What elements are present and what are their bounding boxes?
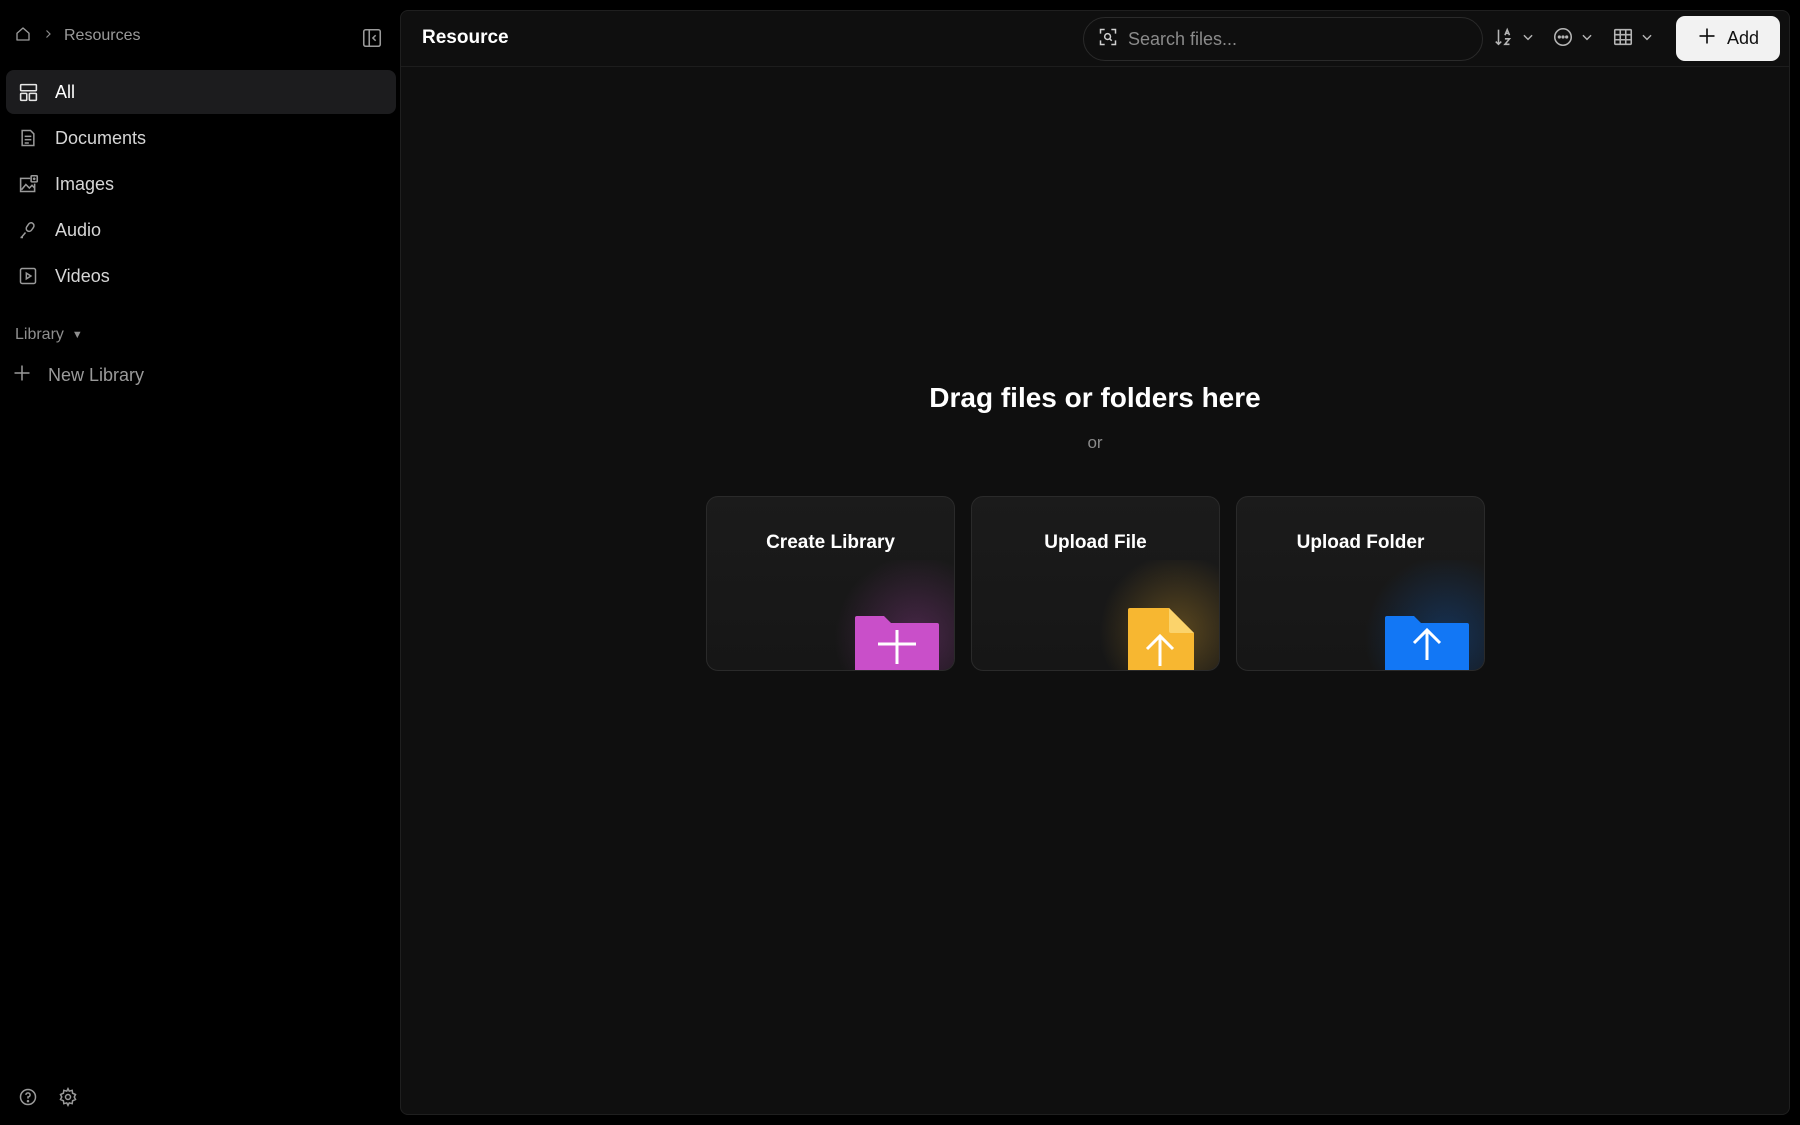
video-icon [17, 265, 39, 287]
new-library-button[interactable]: New Library [12, 362, 144, 388]
drop-zone-title: Drag files or folders here [929, 382, 1261, 413]
sidebar-item-audio[interactable]: Audio [6, 208, 396, 252]
sidebar-item-all[interactable]: All [6, 70, 396, 114]
document-icon [17, 127, 39, 149]
library-section-toggle[interactable]: Library ▼ [15, 324, 83, 346]
folder-upload-icon [1385, 616, 1469, 670]
page-title: Resource [422, 27, 509, 48]
sidebar: Resources All Documents Images Audio Vid… [0, 0, 400, 1125]
sidebar-item-documents[interactable]: Documents [6, 116, 396, 160]
upload-folder-card[interactable]: Upload Folder [1236, 496, 1485, 671]
chevron-down-icon [1521, 30, 1535, 49]
plus-icon [1697, 26, 1717, 51]
view-mode-dropdown[interactable] [1612, 27, 1654, 51]
sidebar-item-label: All [55, 81, 76, 102]
chevron-right-icon [42, 27, 54, 45]
home-icon[interactable] [14, 25, 32, 48]
chevron-down-icon [1580, 30, 1594, 49]
add-button-label: Add [1726, 28, 1760, 48]
create-library-card[interactable]: Create Library [706, 496, 955, 671]
sort-az-icon [1493, 26, 1515, 53]
drop-zone-or: or [1087, 433, 1103, 452]
chevron-down-icon [1640, 30, 1654, 49]
layout-icon [17, 81, 39, 103]
card-label: Create Library [766, 532, 895, 553]
upload-file-card[interactable]: Upload File [971, 496, 1220, 671]
app-window: Resources All Documents Images Audio Vid… [0, 0, 1800, 1125]
main-panel: Resource Search files... Add Drag files … [400, 10, 1790, 1115]
library-section-label: Library [15, 326, 64, 343]
folder-plus-icon [855, 616, 939, 670]
sort-dropdown[interactable] [1493, 27, 1535, 51]
sidebar-item-label: Videos [55, 265, 110, 286]
card-label: Upload File [1044, 532, 1147, 553]
grid-icon [1612, 26, 1634, 53]
gear-icon[interactable] [57, 1086, 79, 1108]
more-circle-icon [1552, 26, 1574, 53]
sidebar-item-images[interactable]: Images [6, 162, 396, 206]
sidebar-item-label: Audio [55, 219, 102, 240]
microphone-icon [17, 219, 39, 241]
search-input[interactable] [1128, 28, 1448, 50]
sidebar-item-label: Images [55, 173, 115, 194]
action-cards: Create Library Upload File Upload Folder [706, 496, 1485, 671]
breadcrumb-current[interactable]: Resources [64, 27, 140, 45]
new-library-label: New Library [48, 364, 145, 385]
file-upload-icon [1128, 608, 1194, 670]
sidebar-item-videos[interactable]: Videos [6, 254, 396, 298]
sidebar-footer [17, 1086, 79, 1108]
help-icon[interactable] [17, 1086, 39, 1108]
images-icon [17, 173, 39, 195]
collapse-sidebar-icon[interactable] [360, 26, 384, 50]
plus-icon [12, 363, 32, 388]
sidebar-nav: All Documents Images Audio Videos [6, 70, 396, 300]
toolbar: Resource Search files... Add [401, 11, 1789, 67]
more-options-dropdown[interactable] [1552, 27, 1594, 51]
add-button[interactable]: Add [1676, 16, 1780, 61]
caret-down-icon: ▼ [71, 329, 83, 341]
breadcrumb: Resources [14, 24, 140, 48]
search-icon [1098, 27, 1118, 52]
card-label: Upload Folder [1296, 532, 1425, 553]
sidebar-item-label: Documents [55, 127, 147, 148]
search-box[interactable] [1083, 17, 1483, 61]
